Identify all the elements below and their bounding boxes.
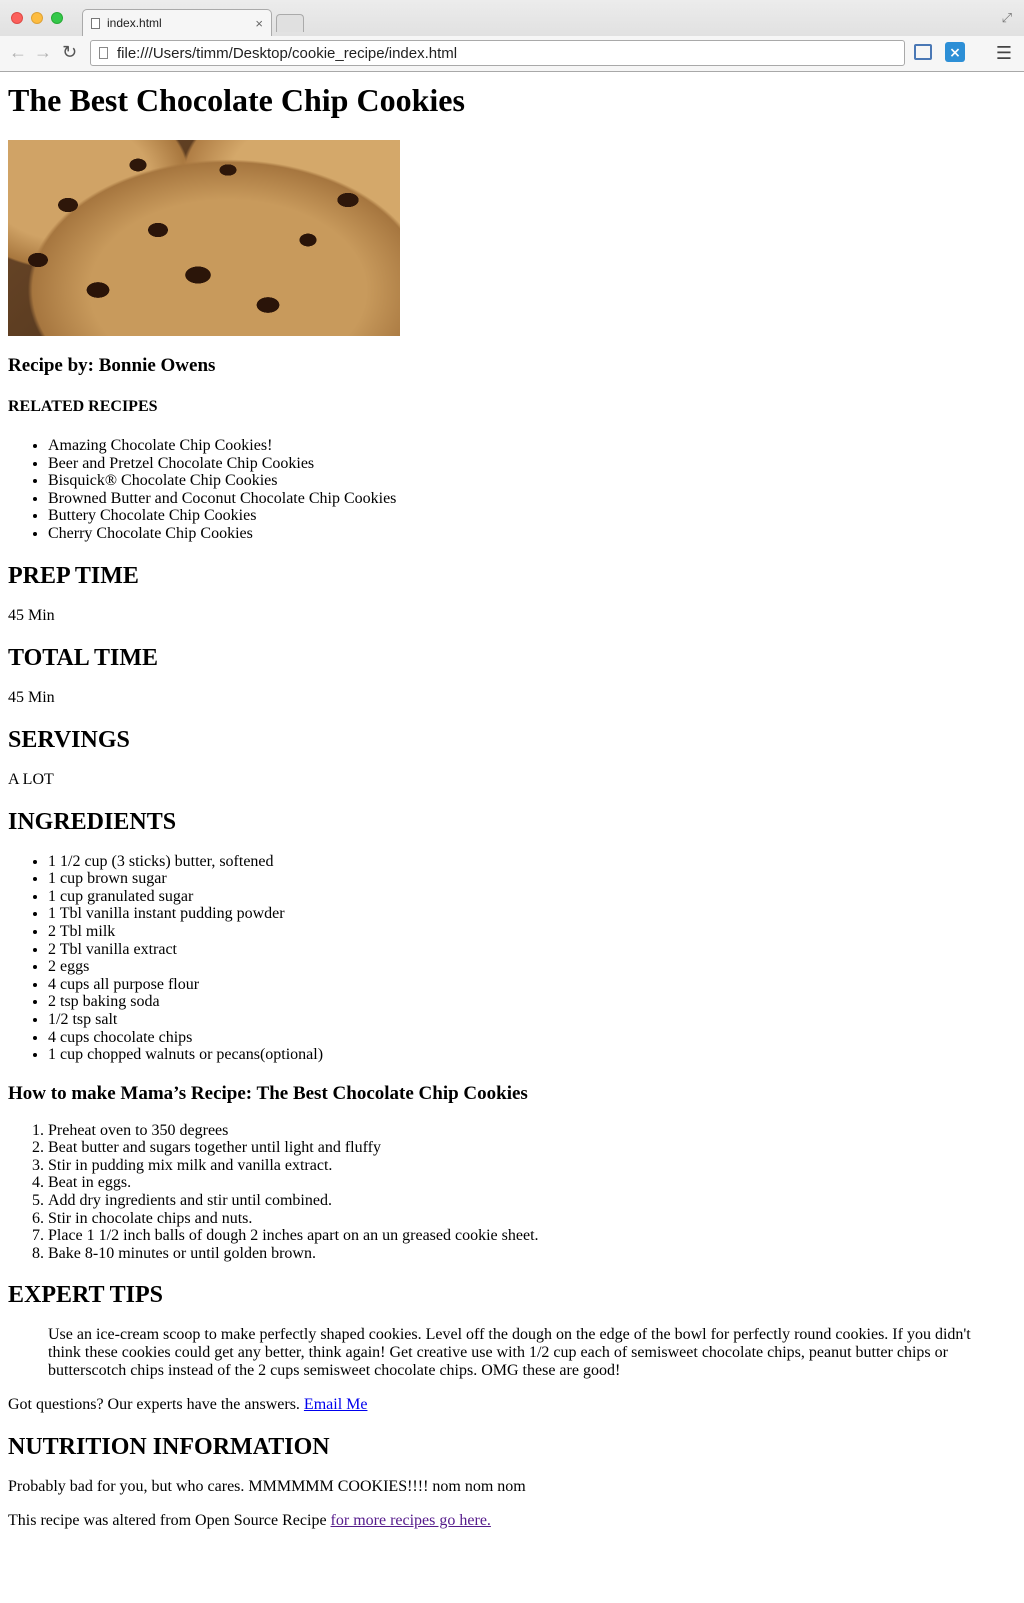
list-item: Stir in pudding mix milk and vanilla ext… xyxy=(48,1157,1016,1175)
more-recipes-link[interactable]: for more recipes go here. xyxy=(331,1512,491,1529)
questions-paragraph: Got questions? Our experts have the answ… xyxy=(8,1396,1016,1414)
nutrition-heading: NUTRITION INFORMATION xyxy=(8,1434,330,1461)
list-item: 1 cup chopped walnuts or pecans(optional… xyxy=(48,1046,1016,1064)
list-item: 1 cup granulated sugar xyxy=(48,888,1016,906)
nutrition-text: Probably bad for you, but who cares. MMM… xyxy=(8,1478,526,1496)
tab-index[interactable]: index.html × xyxy=(82,9,272,36)
close-window-button[interactable] xyxy=(11,12,23,24)
expert-tips-text: Use an ice-cream scoop to make perfectly… xyxy=(48,1326,971,1380)
list-item: Buttery Chocolate Chip Cookies xyxy=(48,507,1016,525)
list-item: Bisquick® Chocolate Chip Cookies xyxy=(48,472,1016,490)
servings-heading: SERVINGS xyxy=(8,726,130,753)
page-title: The Best Chocolate Chip Cookies xyxy=(8,82,465,118)
minimize-window-button[interactable] xyxy=(31,12,43,24)
list-item: Add dry ingredients and stir until combi… xyxy=(48,1192,1016,1210)
list-item: 1 cup brown sugar xyxy=(48,870,1016,888)
window-controls xyxy=(11,12,63,24)
recipe-author: Recipe by: Bonnie Owens xyxy=(8,355,216,376)
list-item: Stir in chocolate chips and nuts. xyxy=(48,1210,1016,1228)
prep-time-value: 45 Min xyxy=(8,606,55,624)
servings-value: A LOT xyxy=(8,770,54,788)
list-item: Place 1 1/2 inch balls of dough 2 inches… xyxy=(48,1227,1016,1245)
ingredients-heading: INGREDIENTS xyxy=(8,808,177,835)
list-item: 2 Tbl vanilla extract xyxy=(48,941,1016,959)
toolbar: ← → ↻ ⨯ ☰ xyxy=(0,36,1024,71)
related-recipes-heading: RELATED RECIPES xyxy=(8,398,158,415)
browser-chrome: index.html × ⤢ ← → ↻ ⨯ ☰ xyxy=(0,0,1024,72)
list-item: 4 cups chocolate chips xyxy=(48,1029,1016,1047)
back-arrow-icon[interactable]: ← xyxy=(9,42,27,62)
page-icon xyxy=(99,47,108,59)
list-item: Amazing Chocolate Chip Cookies! xyxy=(48,437,1016,455)
url-input[interactable] xyxy=(117,44,904,62)
list-item: 4 cups all purpose flour xyxy=(48,976,1016,994)
prep-time-heading: PREP TIME xyxy=(8,562,139,589)
forward-arrow-icon[interactable]: → xyxy=(34,42,52,62)
tab-close-icon[interactable]: × xyxy=(255,16,263,31)
list-item: Beat in eggs. xyxy=(48,1174,1016,1192)
steps-list: Preheat oven to 350 degrees Beat butter … xyxy=(8,1122,1016,1263)
list-item: 2 tsp baking soda xyxy=(48,993,1016,1011)
new-tab-button[interactable] xyxy=(276,14,304,32)
x-extension-icon[interactable]: ⨯ xyxy=(945,42,965,62)
list-item: 2 eggs xyxy=(48,958,1016,976)
document-icon xyxy=(91,17,100,29)
menu-icon[interactable]: ☰ xyxy=(996,43,1012,63)
list-item: Browned Butter and Coconut Chocolate Chi… xyxy=(48,490,1016,508)
address-bar[interactable] xyxy=(90,40,905,66)
list-item: 1 1/2 cup (3 sticks) butter, softened xyxy=(48,853,1016,871)
tab-title: index.html xyxy=(107,16,162,30)
list-item: Bake 8-10 minutes or until golden brown. xyxy=(48,1245,1016,1263)
source-text: This recipe was altered from Open Source… xyxy=(8,1512,331,1530)
list-item: Beat butter and sugars together until li… xyxy=(48,1139,1016,1157)
list-item: Beer and Pretzel Chocolate Chip Cookies xyxy=(48,455,1016,473)
list-item: Cherry Chocolate Chip Cookies xyxy=(48,525,1016,543)
total-time-heading: TOTAL TIME xyxy=(8,644,159,671)
expert-tips-heading: EXPERT TIPS xyxy=(8,1282,163,1309)
tab-bar: index.html × ⤢ xyxy=(0,0,1024,36)
list-item: 1/2 tsp salt xyxy=(48,1011,1016,1029)
source-paragraph: This recipe was altered from Open Source… xyxy=(8,1512,1016,1530)
related-recipes-list: Amazing Chocolate Chip Cookies! Beer and… xyxy=(8,437,1016,543)
zoom-window-button[interactable] xyxy=(51,12,63,24)
reload-icon[interactable]: ↻ xyxy=(62,42,77,62)
ingredients-list: 1 1/2 cup (3 sticks) butter, softened 1 … xyxy=(8,853,1016,1064)
total-time-value: 45 Min xyxy=(8,688,55,706)
email-link[interactable]: Email Me xyxy=(304,1396,368,1413)
page-content: The Best Chocolate Chip Cookies Recipe b… xyxy=(0,82,1024,1530)
list-item: 1 Tbl vanilla instant pudding powder xyxy=(48,905,1016,923)
howto-heading: How to make Mama’s Recipe: The Best Choc… xyxy=(8,1082,528,1104)
list-item: Preheat oven to 350 degrees xyxy=(48,1122,1016,1140)
list-item: 2 Tbl milk xyxy=(48,923,1016,941)
questions-text: Got questions? Our experts have the answ… xyxy=(8,1396,304,1414)
screen-capture-extension-icon[interactable] xyxy=(914,44,932,60)
fullscreen-icon[interactable]: ⤢ xyxy=(1002,10,1012,26)
cookie-photo xyxy=(8,140,400,336)
